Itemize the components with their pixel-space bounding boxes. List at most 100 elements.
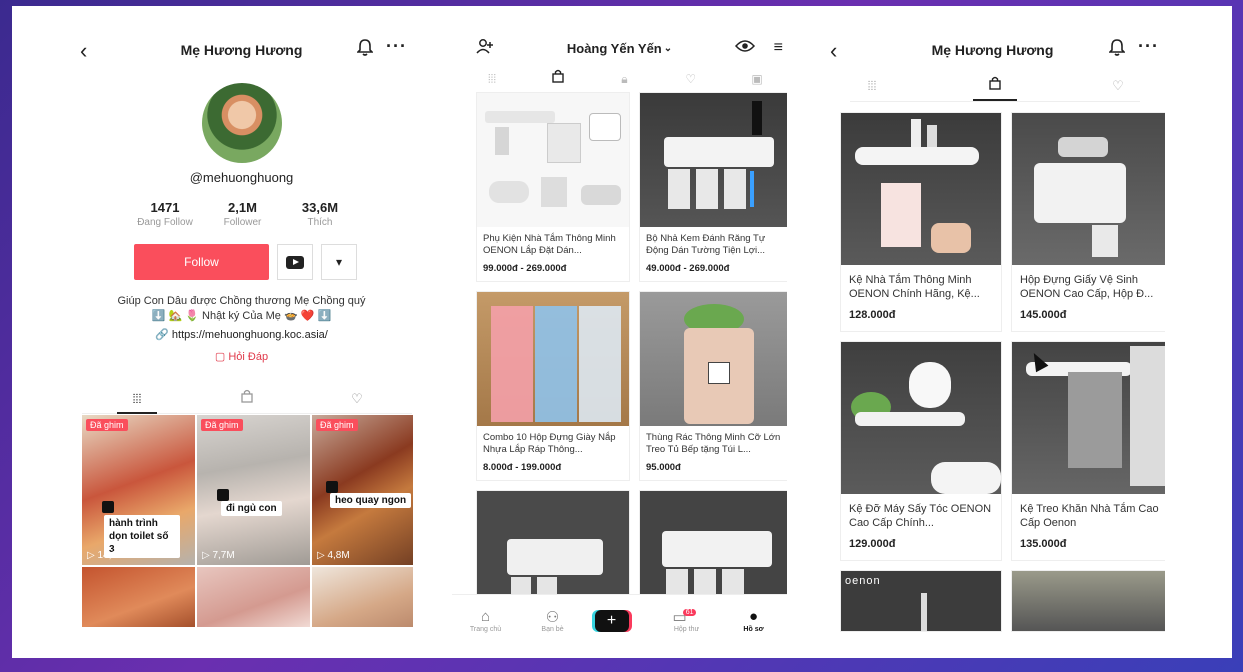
video-thumbnail[interactable]: Đã ghim heo quay ngon ▷ 4,8M [312, 415, 413, 565]
product-card[interactable]: Bộ Nhả Kem Đánh Răng Tự Động Dán Tường T… [639, 92, 787, 282]
product-name: Combo 10 Hộp Đựng Giày Nắp Nhựa Lắp Ráp … [483, 432, 616, 455]
chat-icon: ▢ [214, 351, 229, 363]
stat-likes[interactable]: 33,6M Thích [285, 200, 355, 228]
more-options-icon[interactable]: ··· [386, 36, 407, 57]
profile-title: Mẹ Hương Hương [180, 42, 303, 58]
product-price: 145.000đ [1020, 309, 1067, 321]
product-price: 129.000đ [849, 538, 896, 550]
shop2-header: ‹ Mẹ Hương Hương ··· [820, 36, 1165, 64]
view-count: ▷ 7,7M [202, 550, 235, 561]
product-price: 135.000đ [1020, 538, 1067, 550]
more-dropdown-button[interactable]: ▾ [321, 244, 357, 280]
chevron-down-icon[interactable]: ⌄ [664, 43, 672, 54]
stat-following[interactable]: 1471 Đang Follow [130, 200, 200, 228]
tab-shop-bag-icon[interactable] [973, 72, 1017, 101]
stat-label: Đang Follow [137, 217, 193, 228]
inbox-badge: 61 [682, 609, 697, 616]
profile-stats: 1471 Đang Follow 2,1M Follower 33,6M Thí… [130, 200, 355, 228]
product-grid: Phụ Kiện Nhà Tắm Thông Minh OENON Lắp Đặ… [476, 92, 787, 626]
back-arrow-icon[interactable]: ‹ [830, 38, 837, 64]
video-thumbnail[interactable]: Đã ghim hành trình dọn toilet số 3 ▷ 14,… [82, 415, 195, 565]
more-options-icon[interactable]: ··· [1138, 36, 1159, 57]
view-count-value: 14,2M [97, 550, 126, 561]
youtube-button[interactable] [277, 244, 313, 280]
product-image [1012, 113, 1165, 265]
product-card[interactable]: Phụ Kiện Nhà Tắm Thông Minh OENON Lắp Đặ… [476, 92, 630, 282]
tab-videos-grid-icon[interactable]: ⦙⦙⦙ [117, 384, 157, 414]
view-count-value: 7,7M [212, 550, 235, 561]
product-price: 8.000đ - 199.000đ [483, 462, 562, 473]
product-name: Phụ Kiện Nhà Tắm Thông Minh OENON Lắp Đặ… [483, 233, 616, 256]
back-arrow-icon[interactable]: ‹ [80, 38, 87, 64]
shop2-tabs: ⦙⦙⦙ ♡ [850, 72, 1140, 102]
shop-panel: Hoàng Yến Yến ⌄ ≡ ⦙⦙⦙ 🔒︎ ♡ ▣ Phụ Kiện Nh… [452, 6, 787, 646]
tab-liked-heart-icon[interactable]: ♡ [1096, 72, 1140, 101]
product-name: Kệ Nhà Tắm Thông Minh OENON Chính Hãng, … [849, 274, 980, 300]
follow-button[interactable]: Follow [134, 244, 269, 280]
stat-followers[interactable]: 2,1M Follower [208, 200, 278, 228]
product-card[interactable]: oenon [840, 570, 1002, 632]
tab-saved-icon[interactable]: ▣ [737, 66, 777, 94]
product-image [477, 93, 629, 227]
qa-label: Hỏi Đáp [228, 351, 269, 363]
video-thumbnail[interactable] [197, 567, 310, 627]
video-thumbnail[interactable] [82, 567, 195, 627]
stat-value: 2,1M [228, 200, 257, 215]
nav-label: Trang chủ [469, 626, 502, 633]
tiktok-logo-icon [326, 481, 338, 493]
tab-private-lock-icon[interactable]: 🔒︎ [605, 66, 645, 94]
tab-liked-heart-icon[interactable]: ♡ [337, 384, 377, 414]
tab-shop-bag-icon[interactable] [538, 66, 579, 94]
profile-link[interactable]: 🔗 https://mehuonghuong.koc.asia/ [70, 328, 413, 341]
stat-label: Follower [223, 217, 262, 228]
product-name: Kệ Đỡ Máy Sấy Tóc OENON Cao Cấp Chính... [849, 503, 992, 529]
product-image [1012, 571, 1165, 631]
video-thumbnail[interactable] [312, 567, 413, 627]
nav-inbox[interactable]: ▭61 Hộp thư [662, 608, 712, 633]
nav-label: Hồ sơ [743, 626, 764, 633]
tab-shop-bag-icon[interactable] [227, 384, 267, 414]
product-card[interactable] [1011, 570, 1165, 632]
bio-line: ⬇️ 🏡 🌷 Nhật ký Của Mẹ 🍲 ❤️ ⬇️ [151, 310, 332, 322]
menu-icon[interactable]: ≡ [774, 39, 783, 57]
shop-tabs: ⦙⦙⦙ 🔒︎ ♡ ▣ [472, 66, 777, 94]
profile-header: ‹ Mẹ Hương Hương ··· [70, 36, 413, 64]
product-card[interactable]: Combo 10 Hộp Đựng Giày Nắp Nhựa Lắp Ráp … [476, 291, 630, 481]
bell-icon[interactable] [356, 39, 374, 62]
username-handle: @mehuonghuong [189, 170, 294, 185]
view-count: ▷ 4,8M [317, 550, 350, 561]
tab-liked-heart-icon[interactable]: ♡ [671, 66, 711, 94]
view-count-value: 4,8M [327, 550, 350, 561]
nav-profile[interactable]: ● Hồ sơ [729, 608, 779, 633]
qa-link[interactable]: ▢ Hỏi Đáp [70, 350, 413, 363]
profile-bio: Giúp Con Dâu được Chồng thương Mẹ Chồng … [70, 294, 413, 324]
profile-panel: ‹ Mẹ Hương Hương ··· @mehuonghuong 1471 … [70, 6, 413, 646]
screen-stage: ‹ Mẹ Hương Hương ··· @mehuonghuong 1471 … [12, 6, 1232, 658]
nav-friends[interactable]: ⚇ Bạn bè [528, 608, 578, 633]
product-card[interactable]: Thùng Rác Thông Minh Cỡ Lớn Treo Tủ Bếp … [639, 291, 787, 481]
home-icon: ⌂ [480, 608, 491, 625]
product-grid: Kệ Nhà Tắm Thông Minh OENON Chính Hãng, … [840, 112, 1165, 632]
nav-create[interactable]: + [594, 609, 645, 632]
account-name[interactable]: Hoàng Yến Yến [567, 41, 662, 56]
product-image: oenon [841, 571, 1001, 631]
nav-home[interactable]: ⌂ Trang chủ [461, 608, 511, 633]
youtube-icon [286, 255, 304, 269]
product-image [841, 342, 1001, 494]
nav-label: Bạn bè [541, 626, 564, 633]
shop2-title: Mẹ Hương Hương [931, 42, 1054, 58]
link-icon: 🔗 [155, 329, 172, 341]
product-price: 95.000đ [646, 462, 681, 473]
add-friend-icon[interactable] [476, 38, 494, 59]
tab-videos-grid-icon[interactable]: ⦙⦙⦙ [472, 66, 512, 94]
eye-icon[interactable] [734, 39, 756, 58]
product-card[interactable]: Kệ Treo Khăn Nhà Tắm Cao Cấp Oenon 135.0… [1011, 341, 1165, 561]
product-card[interactable]: Kệ Đỡ Máy Sấy Tóc OENON Cao Cấp Chính...… [840, 341, 1002, 561]
product-name: Kệ Treo Khăn Nhà Tắm Cao Cấp Oenon [1020, 503, 1159, 529]
product-card[interactable]: Kệ Nhà Tắm Thông Minh OENON Chính Hãng, … [840, 112, 1002, 332]
inbox-icon: ▭61 [662, 608, 712, 626]
product-card[interactable]: Hộp Đựng Giấy Vệ Sinh OENON Cao Cấp, Hộp… [1011, 112, 1165, 332]
tab-videos-grid-icon[interactable]: ⦙⦙⦙ [850, 72, 894, 101]
video-thumbnail[interactable]: Đã ghim đi ngủ con ▷ 7,7M [197, 415, 310, 565]
bell-icon[interactable] [1108, 39, 1126, 62]
